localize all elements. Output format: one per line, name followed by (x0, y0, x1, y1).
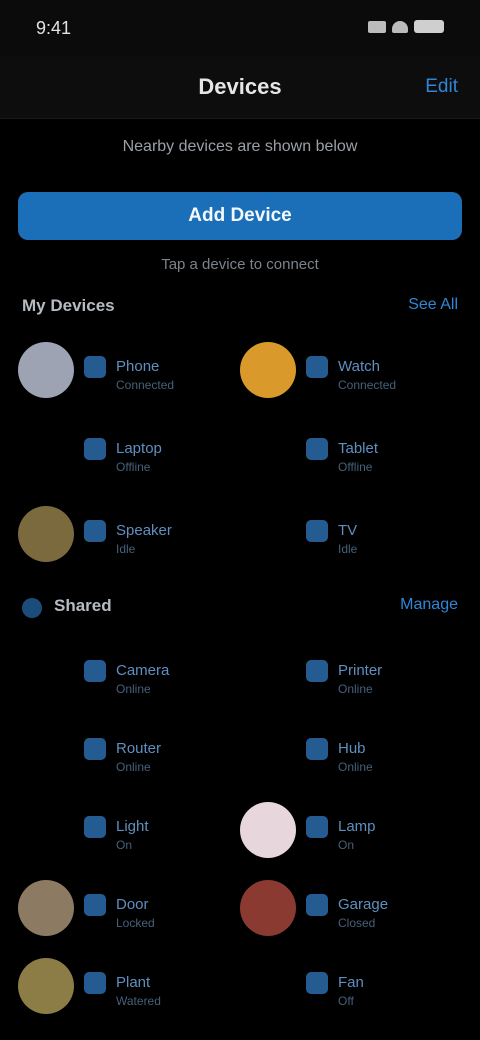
device-status: Online (338, 760, 373, 774)
header: Devices Edit (0, 56, 480, 119)
avatar (18, 880, 74, 936)
device-label: Watch (338, 358, 380, 375)
device-label: Garage (338, 896, 389, 913)
device-tile[interactable]: Fan Off (240, 952, 460, 1022)
avatar (240, 802, 296, 858)
device-icon (84, 356, 106, 378)
device-label: Tablet (338, 440, 379, 457)
add-device-button[interactable]: Add Device (18, 192, 462, 240)
device-tile[interactable]: Printer Online (240, 640, 460, 710)
device-label: TV (338, 522, 358, 539)
device-status: Connected (338, 378, 397, 392)
page-title: Devices (198, 74, 282, 99)
avatar (240, 342, 296, 398)
device-tile[interactable]: Hub Online (240, 718, 460, 788)
device-status: Closed (338, 916, 376, 930)
device-status: Idle (116, 542, 136, 556)
device-label: Phone (116, 358, 160, 375)
device-tile[interactable]: Plant Watered (18, 952, 238, 1022)
section-header-shared: Shared Manage (22, 592, 458, 622)
device-label: Hub (338, 740, 366, 757)
section-title: Shared (54, 596, 112, 615)
battery-icon (414, 20, 444, 33)
wifi-icon (392, 20, 408, 33)
device-icon (306, 660, 328, 682)
status-icons (368, 20, 444, 33)
device-status: Connected (116, 378, 175, 392)
device-icon (84, 972, 106, 994)
device-label: Speaker (116, 522, 172, 539)
device-status: Off (338, 994, 354, 1008)
device-status: On (116, 838, 133, 852)
device-status: Watered (116, 994, 161, 1008)
device-icon (84, 438, 106, 460)
device-tile[interactable]: Light On (18, 796, 238, 866)
device-tile[interactable]: Lamp On (240, 796, 460, 866)
device-label: Door (116, 896, 149, 913)
avatar (240, 880, 296, 936)
device-label: Light (116, 818, 149, 835)
device-tile[interactable]: Garage Closed (240, 874, 460, 944)
device-label: Printer (338, 662, 383, 679)
device-tile[interactable]: Tablet Offline (240, 418, 460, 488)
device-icon (84, 660, 106, 682)
device-tile[interactable]: Watch Connected (240, 336, 460, 406)
device-tile[interactable]: Phone Connected (18, 336, 238, 406)
device-tile[interactable]: Router Online (18, 718, 238, 788)
status-time: 9:41 (36, 18, 72, 38)
device-status: Online (116, 682, 151, 696)
device-tile[interactable]: Camera Online (18, 640, 238, 710)
device-tile[interactable]: Door Locked (18, 874, 238, 944)
see-all-link[interactable]: See All (408, 296, 458, 314)
edit-button[interactable]: Edit (425, 76, 458, 98)
device-icon (306, 972, 328, 994)
device-status: Locked (116, 916, 155, 930)
device-label: Camera (116, 662, 170, 679)
device-label: Lamp (338, 818, 376, 835)
avatar (18, 342, 74, 398)
device-label: Laptop (116, 440, 162, 457)
device-status: Offline (116, 460, 151, 474)
signal-icon (368, 20, 386, 33)
device-icon (306, 894, 328, 916)
device-label: Router (116, 740, 162, 757)
device-status: On (338, 838, 355, 852)
device-icon (306, 356, 328, 378)
screen: 9:41 Devices Edit Nearby devices are sho… (0, 0, 480, 1040)
device-icon (306, 816, 328, 838)
device-tile[interactable]: Speaker Idle (18, 500, 238, 570)
device-icon (306, 520, 328, 542)
device-tile[interactable]: Laptop Offline (18, 418, 238, 488)
status-bar: 9:41 (0, 0, 480, 56)
sub-line: Tap a device to connect (161, 256, 319, 273)
section-title: My Devices (22, 296, 115, 315)
device-tile[interactable]: TV Idle (240, 500, 460, 570)
shared-icon (22, 598, 42, 618)
info-line: Nearby devices are shown below (122, 138, 358, 155)
device-label: Fan (338, 974, 364, 991)
device-status: Online (338, 682, 373, 696)
device-icon (84, 520, 106, 542)
manage-link[interactable]: Manage (400, 596, 458, 614)
section-header-my-devices: My Devices See All (22, 292, 458, 322)
device-icon (84, 816, 106, 838)
avatar (18, 958, 74, 1014)
device-icon (84, 894, 106, 916)
avatar (18, 506, 74, 562)
device-icon (306, 438, 328, 460)
device-status: Online (116, 760, 151, 774)
device-status: Offline (338, 460, 373, 474)
device-icon (84, 738, 106, 760)
device-status: Idle (338, 542, 358, 556)
device-icon (306, 738, 328, 760)
device-label: Plant (116, 974, 151, 991)
